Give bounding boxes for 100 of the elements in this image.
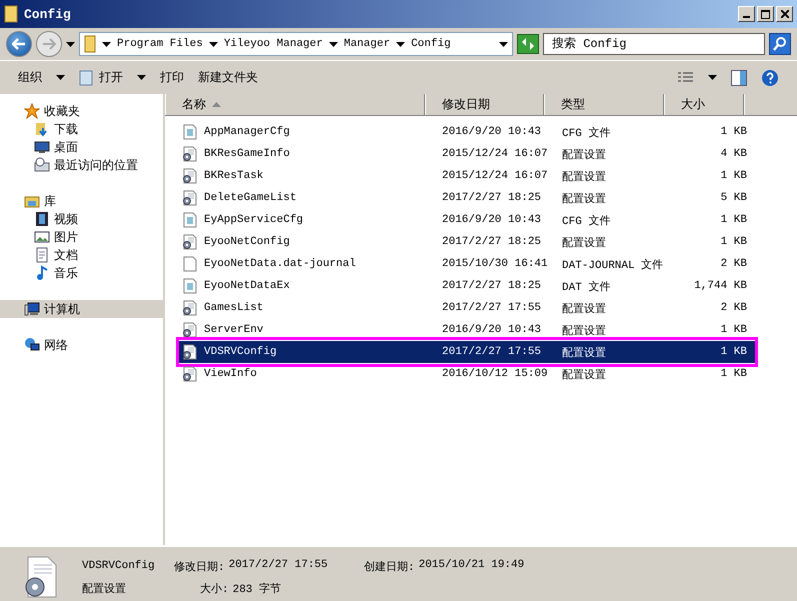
globe-icon [24, 337, 40, 353]
film-icon [34, 211, 50, 227]
file-date: 2017/2/27 18:25 [441, 192, 542, 204]
monitor-icon [34, 139, 50, 155]
sidebar-item[interactable]: 收藏夹 [0, 102, 163, 120]
details-label: 修改日期: [174, 560, 225, 574]
history-caret-icon [66, 42, 75, 46]
document-icon [34, 247, 50, 263]
sidebar-item[interactable]: 网络 [0, 336, 163, 354]
sidebar-item[interactable]: 文档 [0, 246, 163, 264]
file-row[interactable]: EyooNetData.dat-journal 2015/10/30 16:41 DAT-JOURNAL 文件 2 KB [178, 253, 756, 275]
details-label: 创建日期: [364, 560, 415, 574]
caret-icon [137, 75, 146, 80]
file-row[interactable]: AppManagerCfg 2016/9/20 10:43 CFG 文件 1 KB [178, 121, 756, 143]
file-date: 2015/12/24 16:07 [441, 170, 549, 182]
file-row[interactable]: EyooNetConfig 2017/2/27 18:25 配置设置 1 KB [178, 231, 756, 253]
file-date: 2016/9/20 10:43 [441, 214, 542, 226]
file-type: DAT-JOURNAL 文件 [561, 258, 664, 272]
close-button[interactable] [776, 6, 793, 22]
file-size: 2 KB [720, 302, 747, 314]
file-date: 2016/9/20 10:43 [441, 324, 542, 336]
details-name: VDSRVConfig [82, 560, 156, 572]
window-title: Config [24, 6, 72, 22]
file-row[interactable]: GamesList 2017/2/27 17:55 配置设置 2 KB [178, 297, 756, 319]
view-options-icon[interactable] [678, 72, 694, 84]
column-header[interactable]: 修改日期 [425, 94, 544, 115]
refresh-button[interactable] [517, 34, 539, 54]
file-name: DeleteGameList [204, 192, 296, 204]
sidebar-item[interactable]: 桌面 [0, 138, 163, 156]
file-type: 配置设置 [561, 324, 607, 338]
breadcrumb[interactable]: Manager [344, 38, 390, 50]
file-type: 配置设置 [561, 302, 607, 316]
breadcrumb[interactable]: Program Files [117, 38, 203, 50]
search-field[interactable]: 搜索 Config [543, 33, 765, 55]
star-icon [24, 103, 40, 119]
sidebar-item[interactable]: 库 [0, 192, 163, 210]
file-size: 2 KB [720, 258, 747, 270]
file-type: 配置设置 [561, 148, 607, 162]
file-row[interactable]: BKResGameInfo 2015/12/24 16:07 配置设置 4 KB [178, 143, 756, 165]
file-row[interactable]: ViewInfo 2016/10/12 15:09 配置设置 1 KB [178, 363, 756, 385]
view-caret-icon [708, 75, 717, 80]
forward-button[interactable] [36, 31, 62, 57]
column-header[interactable]: 名称 [165, 94, 425, 115]
file-name: GamesList [204, 302, 264, 314]
breadcrumb[interactable]: Config [411, 38, 451, 50]
sidebar-item[interactable]: 最近访问的位置 [0, 156, 163, 174]
file-date: 2015/10/30 16:41 [441, 258, 549, 270]
file-date: 2016/9/20 10:43 [441, 126, 542, 138]
forward-arrow-icon [42, 38, 56, 50]
settings-file-icon [182, 322, 198, 338]
sidebar-item[interactable]: 音乐 [0, 264, 163, 282]
file-size: 1 KB [720, 126, 747, 138]
sidebar-item[interactable]: 视频 [0, 210, 163, 228]
settings-file-icon [182, 300, 198, 316]
file-date: 2017/2/27 17:55 [441, 302, 542, 314]
file-size: 1 KB [720, 214, 747, 226]
help-icon[interactable] [761, 68, 779, 86]
file-name: BKResGameInfo [204, 148, 290, 160]
file-icon [182, 124, 198, 140]
file-size: 1 KB [720, 236, 747, 248]
settings-file-icon [182, 234, 198, 250]
file-name: EyooNetData.dat-journal [204, 258, 356, 270]
settings-file-icon [182, 366, 198, 382]
column-header[interactable]: 类型 [544, 94, 664, 115]
maximize-button[interactable] [757, 6, 774, 22]
music-note-icon [34, 265, 50, 281]
file-type: 配置设置 [561, 346, 607, 360]
file-row[interactable]: EyAppServiceCfg 2016/9/20 10:43 CFG 文件 1 KB [178, 209, 756, 231]
column-header[interactable]: 大小 [664, 94, 744, 115]
toolbar-button[interactable]: 组织 [18, 67, 65, 88]
address-bar[interactable]: Program Files Yileyoo Manager Manager Config [79, 32, 513, 56]
breadcrumb[interactable]: Yileyoo Manager [224, 38, 323, 50]
settings-file-icon [182, 344, 198, 360]
sidebar-item[interactable]: 计算机 [0, 300, 163, 318]
file-date: 2016/10/12 15:09 [441, 368, 549, 380]
toolbar-button[interactable]: 打开 [79, 67, 146, 88]
file-size: 1 KB [720, 324, 747, 336]
file-row[interactable]: BKResTask 2015/12/24 16:07 配置设置 1 KB [178, 165, 756, 187]
file-row[interactable]: DeleteGameList 2017/2/27 18:25 配置设置 5 KB [178, 187, 756, 209]
sidebar-item[interactable]: 下载 [0, 120, 163, 138]
breadcrumb-caret-icon [328, 42, 338, 46]
file-row[interactable]: ServerEnv 2016/9/20 10:43 配置设置 1 KB [178, 319, 756, 341]
file-name: EyooNetDataEx [204, 280, 290, 292]
toolbar-button[interactable]: 新建文件夹 [198, 67, 258, 88]
minimize-button[interactable] [738, 6, 755, 22]
file-size: 4 KB [720, 148, 747, 160]
toolbar-button[interactable]: 打印 [160, 67, 184, 88]
settings-file-icon [182, 190, 198, 206]
search-button[interactable] [769, 33, 791, 55]
file-date: 2015/12/24 16:07 [441, 148, 549, 160]
file-type: DAT 文件 [561, 280, 612, 294]
file-date: 2017/2/27 17:55 [441, 346, 542, 358]
file-type: CFG 文件 [561, 214, 612, 228]
back-arrow-icon [12, 38, 26, 50]
preview-pane-icon[interactable] [731, 70, 747, 86]
back-button[interactable] [6, 31, 32, 57]
file-icon [182, 278, 198, 294]
file-name: BKResTask [204, 170, 264, 182]
file-row[interactable]: EyooNetDataEx 2017/2/27 18:25 DAT 文件 1,744 KB [178, 275, 756, 297]
sidebar-item[interactable]: 图片 [0, 228, 163, 246]
